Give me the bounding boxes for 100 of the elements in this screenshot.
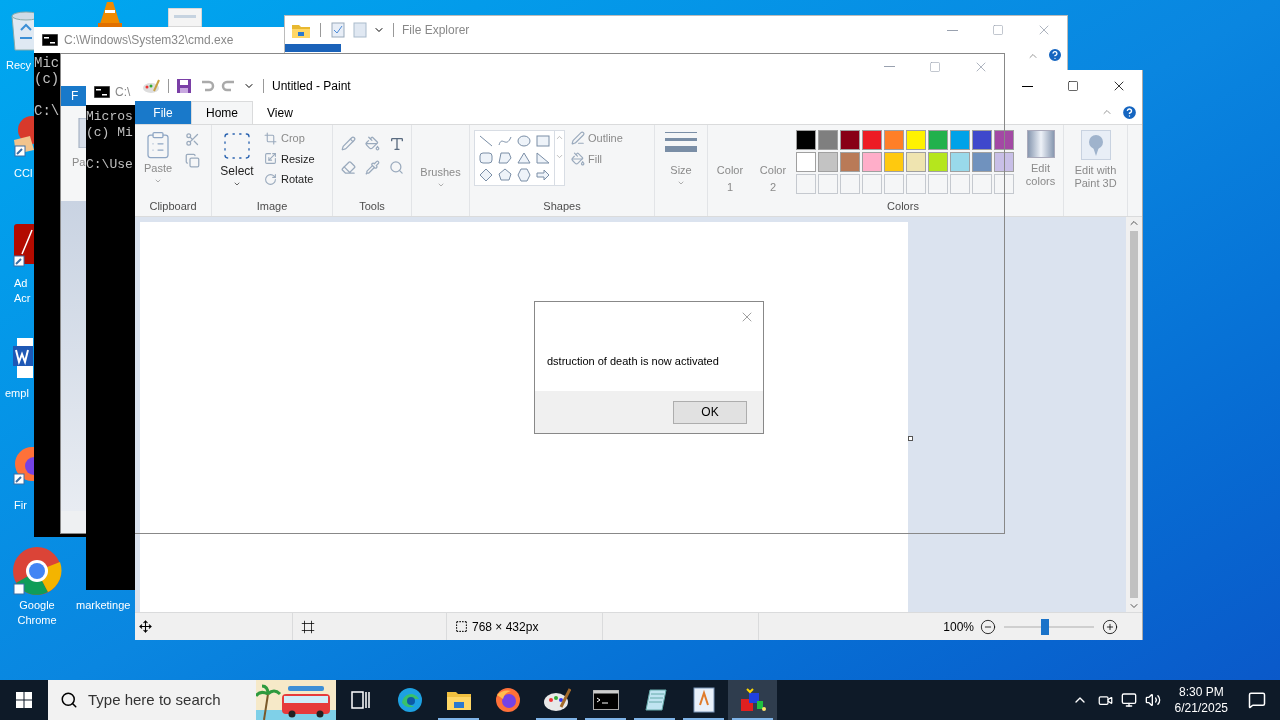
color-swatch[interactable]	[994, 130, 1014, 150]
console-icon[interactable]	[592, 690, 619, 710]
help-icon[interactable]	[1047, 47, 1063, 63]
color-two-button[interactable]: Color 2	[752, 130, 794, 198]
color-swatch[interactable]	[862, 130, 882, 150]
empty-color-slot[interactable]	[818, 174, 838, 194]
desktop-icon-label[interactable]: CCl	[14, 166, 33, 181]
properties-icon[interactable]	[331, 22, 345, 38]
desktop-icon-label[interactable]: Google Chrome	[6, 598, 68, 628]
line-icon[interactable]	[478, 134, 494, 148]
text-icon[interactable]	[389, 136, 405, 152]
zoom-out-icon[interactable]	[980, 618, 996, 635]
color-swatch[interactable]	[906, 130, 926, 150]
file-menu-tab[interactable]: File	[135, 101, 191, 124]
color-swatch[interactable]	[950, 152, 970, 172]
color-one-button[interactable]: Color 1	[708, 130, 752, 198]
save-icon[interactable]	[177, 79, 191, 93]
firefox-icon[interactable]	[494, 687, 521, 713]
color-swatch[interactable]	[818, 130, 838, 150]
pentagon-icon[interactable]	[497, 168, 513, 182]
task-view-icon[interactable]	[350, 691, 371, 709]
palette-icon[interactable]	[542, 687, 571, 713]
polygon-icon[interactable]	[497, 151, 513, 165]
volume-icon[interactable]	[1144, 692, 1161, 708]
image-action-button[interactable]: Rotate	[264, 171, 315, 188]
zoom-slider-thumb[interactable]	[1041, 618, 1050, 635]
desktop-icon-label[interactable]: empl	[5, 386, 29, 401]
redo-icon[interactable]	[221, 80, 237, 92]
brushes-button[interactable]: Brushes	[416, 164, 465, 189]
scrollbar-thumb[interactable]	[1130, 231, 1138, 598]
desktop-icon-label[interactable]: Fir	[14, 498, 27, 513]
document-icon[interactable]	[168, 8, 202, 27]
diamond-icon[interactable]	[478, 168, 494, 182]
oval-icon[interactable]	[516, 134, 532, 148]
eraser-icon[interactable]	[341, 160, 356, 175]
color-swatch[interactable]	[840, 130, 860, 150]
arrow-icon[interactable]	[535, 168, 551, 182]
edit-colors-button[interactable]: Edit colors	[1020, 130, 1061, 188]
outline-button[interactable]: Outline	[571, 130, 623, 147]
rounded-rectangle-icon[interactable]	[478, 151, 494, 165]
color-swatch[interactable]	[884, 152, 904, 172]
cone-icon[interactable]	[98, 2, 122, 27]
paint-bucket-icon[interactable]	[365, 136, 380, 151]
color-swatch[interactable]	[796, 152, 816, 172]
color-swatch[interactable]	[950, 130, 970, 150]
ok-button[interactable]: OK	[673, 400, 747, 424]
clock[interactable]: 8:30 PM 6/21/2025	[1168, 684, 1234, 716]
color-swatch[interactable]	[818, 152, 838, 172]
fill-button[interactable]: Fill	[571, 150, 623, 167]
notifications-icon[interactable]	[1248, 691, 1266, 709]
color-swatch[interactable]	[928, 152, 948, 172]
scroll-up-icon[interactable]	[555, 133, 564, 142]
color-swatch[interactable]	[862, 152, 882, 172]
pencil-icon[interactable]	[341, 136, 356, 151]
zoom-in-icon[interactable]	[1102, 618, 1118, 635]
edge-icon[interactable]	[396, 687, 423, 713]
network-icon[interactable]	[1120, 692, 1137, 708]
hexagon-icon[interactable]	[516, 168, 532, 182]
desktop-icon-label[interactable]: Ad Acr	[14, 276, 31, 306]
help-icon[interactable]	[1121, 104, 1138, 121]
color-swatch[interactable]	[994, 152, 1014, 172]
empty-color-slot[interactable]	[884, 174, 904, 194]
folder-icon[interactable]	[445, 689, 472, 711]
color-swatch[interactable]	[928, 130, 948, 150]
empty-color-slot[interactable]	[796, 174, 816, 194]
empty-color-slot[interactable]	[862, 174, 882, 194]
cut-icon[interactable]	[185, 132, 200, 147]
empty-color-slot[interactable]	[972, 174, 992, 194]
color-swatch[interactable]	[906, 152, 926, 172]
cubes-icon[interactable]	[738, 687, 767, 713]
magnifier-icon[interactable]	[389, 160, 404, 175]
empty-color-slot[interactable]	[840, 174, 860, 194]
ribbon-tab[interactable]: Home	[191, 101, 253, 124]
empty-color-slot[interactable]	[906, 174, 926, 194]
scroll-down-icon[interactable]	[555, 152, 564, 161]
undo-icon[interactable]	[199, 80, 215, 92]
wordpad-icon[interactable]	[692, 687, 715, 713]
desktop-icon-label[interactable]: Recy	[6, 58, 32, 73]
empty-color-slot[interactable]	[928, 174, 948, 194]
right-triangle-icon[interactable]	[535, 151, 551, 165]
select-button[interactable]: Select	[216, 130, 258, 198]
ribbon-tab[interactable]: View	[253, 101, 307, 124]
search-field[interactable]: Type here to search	[48, 680, 336, 720]
color-swatch[interactable]	[796, 130, 816, 150]
color-swatch[interactable]	[840, 152, 860, 172]
color-swatch[interactable]	[972, 130, 992, 150]
color-picker-icon[interactable]	[365, 160, 380, 175]
empty-color-slot[interactable]	[994, 174, 1014, 194]
color-swatch[interactable]	[972, 152, 992, 172]
color-swatch[interactable]	[884, 130, 904, 150]
paint-3d-button[interactable]: Edit with Paint 3D	[1064, 130, 1127, 190]
resize-handle[interactable]	[908, 436, 913, 441]
size-button[interactable]: Size	[659, 130, 703, 187]
empty-color-slot[interactable]	[950, 174, 970, 194]
desktop-icon-label[interactable]: marketinge	[76, 598, 131, 613]
curve-icon[interactable]	[497, 134, 513, 148]
triangle-icon[interactable]	[516, 151, 532, 165]
rectangle-icon[interactable]	[535, 134, 551, 148]
copy-icon[interactable]	[185, 153, 200, 168]
chrome-icon[interactable]	[12, 546, 62, 596]
